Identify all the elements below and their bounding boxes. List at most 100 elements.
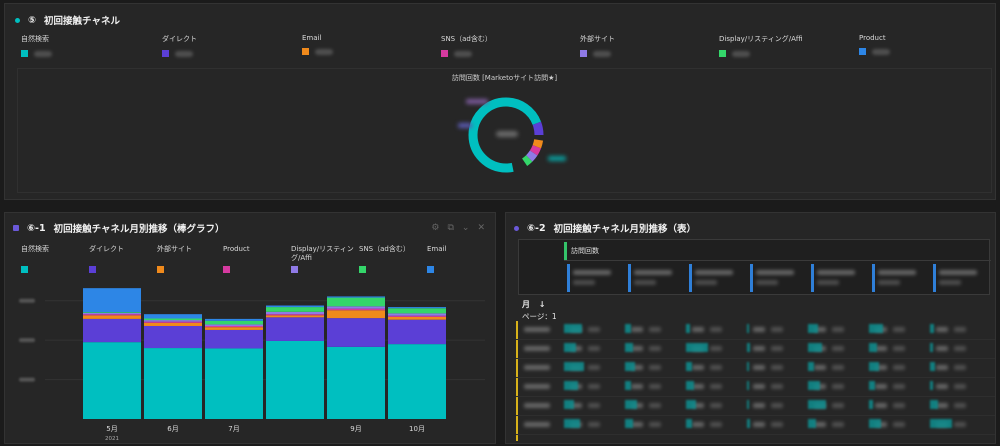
bar-segment[interactable]	[144, 325, 202, 349]
bar-segment[interactable]	[83, 312, 141, 313]
donut-chart-area: 訪問回数 [Marketoサイト訪問★]	[17, 68, 992, 193]
cell-bar	[869, 362, 879, 371]
chevron-down-icon[interactable]: ⌄	[462, 223, 470, 233]
bar-segment[interactable]	[388, 315, 446, 317]
column-header-label-blurred	[695, 280, 717, 285]
legend-item[interactable]: Display/リスティング/Affi	[719, 34, 803, 57]
cell-bar	[625, 343, 633, 352]
legend-value-blurred	[34, 50, 52, 57]
table-body	[516, 321, 995, 443]
cell-bar	[747, 362, 749, 371]
bar-segment[interactable]	[388, 316, 446, 320]
column-header-label-blurred[interactable]	[817, 270, 855, 275]
legend-item[interactable]: Email	[302, 34, 333, 55]
row-dimension-header[interactable]: 月 ↓	[522, 299, 546, 310]
bar-segment[interactable]	[266, 311, 324, 315]
column-header-label-blurred	[817, 280, 839, 285]
legend-item[interactable]: Product	[223, 245, 289, 275]
legend-item[interactable]: SNS（ad含む）	[359, 245, 425, 275]
column-header-bar	[689, 264, 692, 292]
bar-segment[interactable]	[205, 324, 263, 326]
bar-segment[interactable]	[388, 319, 446, 345]
bar-segment[interactable]	[266, 315, 324, 318]
legend-item[interactable]: 自然検索	[21, 245, 87, 275]
cell-bar	[808, 343, 822, 352]
bar-segment[interactable]	[388, 313, 446, 316]
panel-title-text: 初回接触チャネル	[44, 16, 120, 27]
cell-pct-blurred	[649, 384, 661, 389]
bar-segment[interactable]	[144, 318, 202, 321]
row-dimension-label: 月	[522, 300, 530, 309]
column-header-label-blurred[interactable]	[634, 270, 672, 275]
expand-icon[interactable]: ⧉	[447, 223, 453, 233]
legend-item[interactable]: 外部サイト	[580, 34, 615, 57]
bar-segment[interactable]	[205, 329, 263, 349]
cell-value-blurred	[753, 346, 765, 351]
close-icon[interactable]: ✕	[477, 223, 485, 233]
bar-segment[interactable]	[83, 318, 141, 343]
legend-item[interactable]: ダイレクト	[89, 245, 155, 275]
cell-bar	[747, 419, 750, 428]
cell-bar	[686, 324, 690, 333]
legend-item[interactable]: 外部サイト	[157, 245, 223, 275]
bar-segment[interactable]	[205, 327, 263, 330]
bar-segment[interactable]	[144, 322, 202, 326]
column-header-label-blurred[interactable]	[939, 270, 977, 275]
bar-segment[interactable]	[266, 305, 324, 308]
bar-segment[interactable]	[327, 310, 385, 319]
cell-bar	[808, 362, 814, 371]
column-header-label-blurred[interactable]	[695, 270, 733, 275]
column-header-label-blurred[interactable]	[573, 270, 611, 275]
bar-segment[interactable]	[388, 344, 446, 419]
bar-segment[interactable]	[205, 325, 263, 328]
bar-segment[interactable]	[205, 320, 263, 325]
legend-swatch	[157, 266, 164, 273]
legend-item[interactable]: Display/リスティング/Affi	[291, 245, 357, 275]
bar-segment[interactable]	[266, 307, 324, 312]
bar-segment[interactable]	[83, 314, 141, 316]
stacked-bar-chart: 5月 6月 7月 9月 10月 2021	[19, 288, 485, 442]
bar-segment[interactable]	[83, 288, 141, 313]
bar-segment[interactable]	[266, 317, 324, 341]
bar-segment[interactable]	[205, 348, 263, 419]
bar-segment[interactable]	[205, 318, 263, 321]
bar-segment[interactable]	[83, 315, 141, 319]
bar-segment[interactable]	[83, 342, 141, 419]
bar-segment[interactable]	[144, 314, 202, 319]
bar-segment[interactable]	[144, 320, 202, 322]
bar-segment[interactable]	[327, 346, 385, 419]
panel-toolbar: ⚙ ⧉ ⌄ ✕	[431, 223, 485, 233]
bar-segment[interactable]	[327, 306, 385, 309]
panel-first-contact-channel: ⑤ 初回接触チャネル 自然検索 ダイレクト Email SNS（ad含む） 外部サイト D…	[4, 3, 996, 200]
bar-segment[interactable]	[144, 348, 202, 419]
cell-pct-blurred	[893, 422, 905, 427]
bar-segment[interactable]	[266, 340, 324, 419]
column-header-label-blurred[interactable]	[756, 270, 794, 275]
panel-number: ⑥-2	[527, 222, 546, 234]
cell-pct-blurred	[588, 422, 600, 427]
cell-bar	[930, 381, 933, 390]
legend-item[interactable]: SNS（ad含む）	[441, 34, 492, 57]
legend-item[interactable]: 自然検索	[21, 34, 52, 57]
gear-icon[interactable]: ⚙	[431, 223, 439, 233]
bar-segment[interactable]	[327, 297, 385, 307]
bar-segment[interactable]	[327, 308, 385, 311]
cell-pct-blurred	[954, 365, 966, 370]
legend-swatch	[21, 266, 28, 273]
sort-arrow-icon[interactable]: ↓	[539, 300, 546, 309]
bar-segment[interactable]	[266, 314, 324, 316]
legend-item[interactable]: Product	[859, 34, 890, 55]
bar-segment[interactable]	[388, 308, 446, 314]
bar-segment[interactable]	[83, 312, 141, 315]
legend-item[interactable]: ダイレクト	[162, 34, 197, 57]
bar-segment[interactable]	[327, 296, 385, 298]
cell-pct-blurred	[710, 384, 722, 389]
bar-segment[interactable]	[388, 307, 446, 309]
cell-bar	[869, 381, 875, 390]
legend-item[interactable]: Email	[427, 245, 493, 275]
column-header-label-blurred[interactable]	[878, 270, 916, 275]
bar-segment[interactable]	[327, 318, 385, 347]
bar-segment[interactable]	[144, 321, 202, 323]
cell-pct-blurred	[832, 384, 844, 389]
cell-bar	[564, 400, 574, 409]
